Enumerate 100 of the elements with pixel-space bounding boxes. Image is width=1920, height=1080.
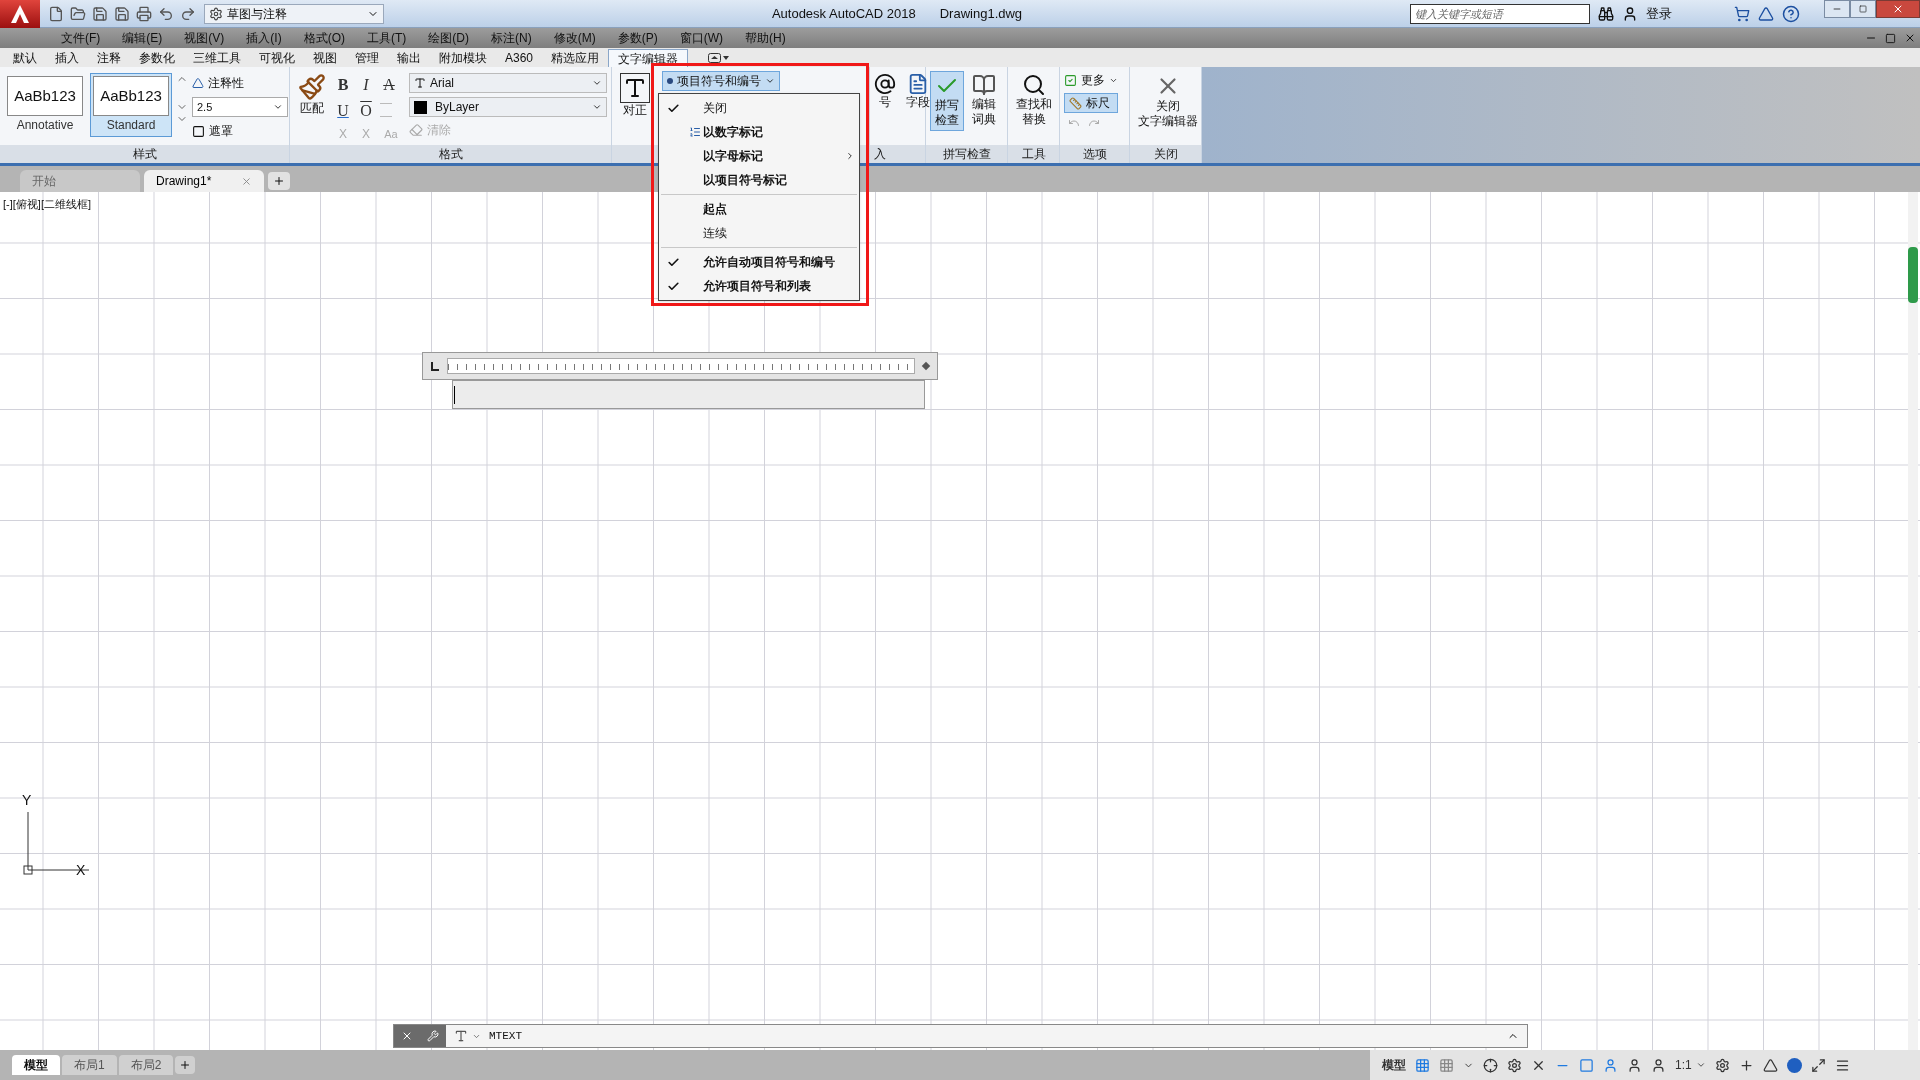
scale-dropdown[interactable]: 1:1 <box>1675 1056 1706 1074</box>
triangle-icon[interactable] <box>1758 5 1774 22</box>
menu-item[interactable]: 格式(O) <box>292 29 356 47</box>
document-tab[interactable]: Drawing1* <box>144 170 264 192</box>
spell-check-button[interactable]: 拼写 检查 <box>930 71 964 131</box>
annotative-button[interactable]: 注释性 <box>208 74 244 92</box>
viewport-label[interactable]: [-][俯视][二维线框] <box>3 196 91 213</box>
maximize-button[interactable] <box>1850 0 1876 18</box>
match-button[interactable]: 匹配 <box>294 71 330 118</box>
tab-stop-icon[interactable] <box>431 361 439 371</box>
bold-button[interactable]: B <box>334 73 352 97</box>
sign-in-button[interactable]: 登录 <box>1646 3 1726 24</box>
menu-item[interactable]: 窗口(W) <box>668 29 734 47</box>
menu-icon[interactable] <box>1834 1057 1850 1073</box>
italic-button[interactable]: I <box>357 73 375 97</box>
strikethrough-button[interactable]: A <box>380 73 398 97</box>
binoculars-icon[interactable] <box>1598 5 1614 22</box>
font-dropdown[interactable]: Arial <box>409 73 607 93</box>
more-button[interactable]: 更多 <box>1064 71 1118 89</box>
bullets-dropdown[interactable]: 项目符号和编号 <box>662 71 780 91</box>
close-icon[interactable] <box>401 1030 413 1042</box>
symbol-button[interactable]: 号 <box>870 71 900 145</box>
ribbon-tab[interactable]: 默认 <box>4 49 46 67</box>
ribbon-tab[interactable]: 精选应用 <box>542 49 609 67</box>
grid-icon[interactable] <box>1415 1057 1430 1073</box>
ribbon-tab[interactable]: 管理 <box>346 49 388 67</box>
menu-item[interactable]: 连续 <box>659 221 859 245</box>
menu-item[interactable]: 标注(N) <box>480 29 543 47</box>
text-style-swatch[interactable]: AaBb123 Standard <box>90 73 172 137</box>
figure-icon[interactable] <box>1627 1057 1642 1073</box>
overline-button[interactable]: O <box>357 99 375 123</box>
ribbon-tab[interactable]: A360 <box>496 49 543 67</box>
print-icon[interactable] <box>136 5 152 22</box>
text-icon[interactable] <box>454 1029 468 1043</box>
ribbon-tab[interactable]: 三维工具 <box>184 49 250 67</box>
gear-icon[interactable] <box>1507 1057 1522 1073</box>
ribbon-tab[interactable]: 输出 <box>388 49 430 67</box>
justify-button[interactable]: 对正 <box>616 71 654 145</box>
ribbon-tab[interactable]: 参数化 <box>130 49 184 67</box>
crosshair-icon[interactable] <box>1483 1057 1498 1073</box>
menu-item[interactable]: 文件(F) <box>50 29 112 47</box>
new-tab-button[interactable] <box>268 172 290 190</box>
edit-dictionary-button[interactable]: 编辑 词典 <box>968 71 1000 129</box>
mask-button[interactable]: 遮罩 <box>209 122 233 140</box>
menu-item[interactable]: 起点 <box>659 197 859 221</box>
layer-dropdown[interactable]: ByLayer <box>409 97 607 117</box>
menu-item[interactable]: 以数字标记 <box>659 120 859 144</box>
layout-tab[interactable]: 布局2 <box>118 1055 174 1075</box>
ribbon-tab[interactable]: 可视化 <box>250 49 304 67</box>
text-input-area[interactable] <box>452 380 925 409</box>
app-logo-icon[interactable] <box>0 0 40 28</box>
add-layout-button[interactable] <box>175 1056 196 1074</box>
figure-icon[interactable] <box>1651 1057 1666 1073</box>
menu-item[interactable]: 允许项目符号和列表 <box>659 274 859 298</box>
user-icon[interactable] <box>1622 5 1638 22</box>
text-ruler[interactable] <box>422 352 938 380</box>
menu-item[interactable]: 关闭 <box>659 96 859 120</box>
close-editor-button[interactable]: 关闭 文字编辑器 <box>1134 71 1202 131</box>
indent-marker-icon[interactable] <box>921 361 931 371</box>
new-file-icon[interactable] <box>48 5 64 22</box>
minimize-button[interactable] <box>1824 0 1850 18</box>
save-icon[interactable] <box>92 5 108 22</box>
menu-item[interactable]: 允许自动项目符号和编号 <box>659 250 859 274</box>
wrench-icon[interactable] <box>427 1030 439 1042</box>
redo-icon[interactable] <box>180 5 196 22</box>
shapes-icon[interactable] <box>1762 1057 1778 1073</box>
search-field[interactable]: 键入关键字或短语 <box>1410 3 1590 24</box>
menu-item[interactable]: 视图(V) <box>173 29 236 47</box>
ribbon-tab[interactable]: 视图 <box>304 49 346 67</box>
underline-button[interactable]: U <box>334 99 352 123</box>
layout-tab[interactable]: 布局1 <box>62 1055 117 1075</box>
menu-item[interactable]: 参数(P) <box>606 29 669 47</box>
menu-item[interactable]: 以字母标记 <box>659 144 859 168</box>
cart-icon[interactable] <box>1734 5 1750 22</box>
save-as-icon[interactable] <box>114 5 130 22</box>
close-icon[interactable] <box>1904 32 1916 44</box>
menu-item[interactable]: 以项目符号标记 <box>659 168 859 192</box>
menu-item[interactable]: 编辑(E) <box>111 29 174 47</box>
ruler-button[interactable]: 标尺 <box>1064 93 1118 113</box>
menu-item[interactable]: 插入(I) <box>235 29 293 47</box>
snap-icon[interactable] <box>1439 1057 1454 1073</box>
plus-icon[interactable] <box>1738 1057 1754 1073</box>
settings-icon[interactable] <box>1714 1057 1730 1073</box>
find-replace-button[interactable]: 查找和 替换 <box>1012 71 1056 129</box>
menu-item[interactable]: 工具(T) <box>356 29 418 47</box>
document-tab[interactable]: 开始 <box>20 170 140 192</box>
ribbon-tab[interactable]: 附加模块 <box>430 49 496 67</box>
menu-item[interactable]: 帮助(H) <box>734 29 797 47</box>
menu-item[interactable]: 修改(M) <box>542 29 607 47</box>
ribbon-tab[interactable]: 注释 <box>88 49 130 67</box>
ribbon-tab[interactable]: 插入 <box>46 49 88 67</box>
restore-icon[interactable] <box>1885 32 1896 44</box>
open-folder-icon[interactable] <box>70 5 86 22</box>
menu-item[interactable]: 绘图(D) <box>417 29 480 47</box>
model-space-button[interactable]: 模型 <box>1382 1056 1406 1074</box>
text-height-dropdown[interactable]: 2.5 <box>192 97 288 117</box>
ribbon-toggle-icon[interactable] <box>708 53 731 63</box>
workspace-dropdown[interactable]: 草图与注释 <box>204 3 384 24</box>
vertical-scrollbar[interactable] <box>1908 192 1918 1050</box>
fullscreen-icon[interactable] <box>1810 1057 1826 1073</box>
